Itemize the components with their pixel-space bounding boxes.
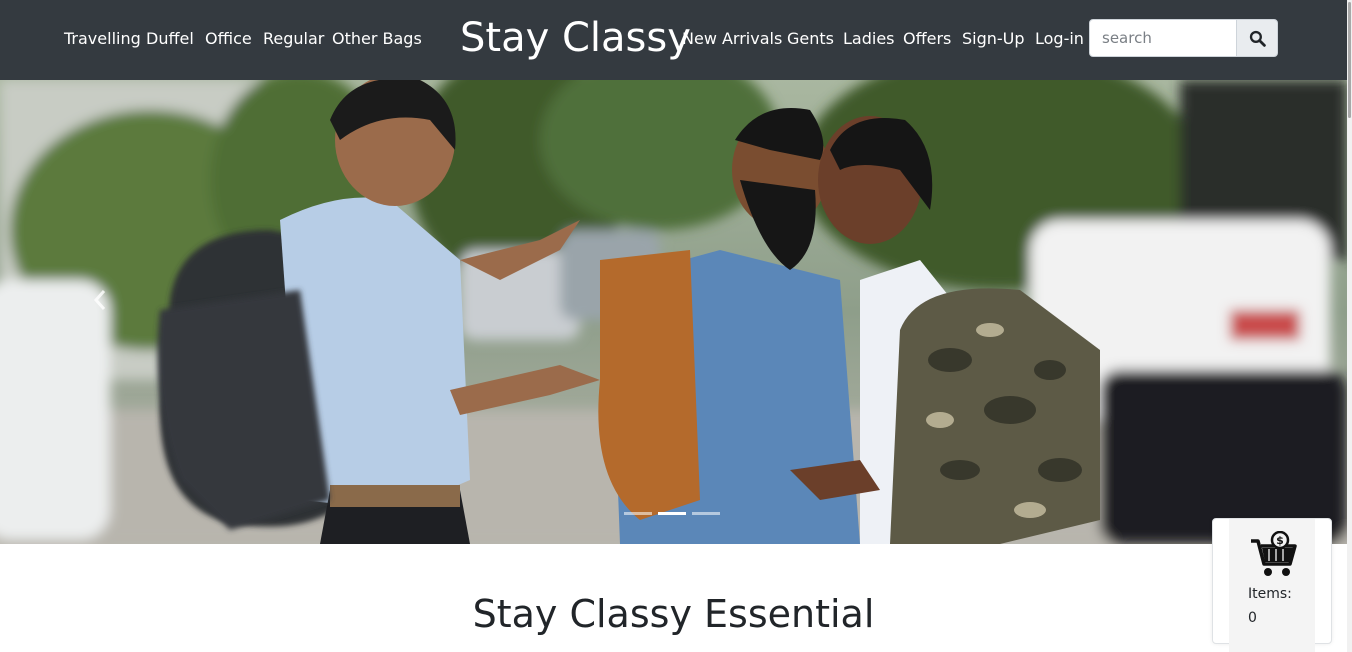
page: Travelling Duffel Office Regular Other B… <box>0 0 1352 652</box>
nav-link-travelling[interactable]: Travelling <box>64 29 141 49</box>
svg-text:$: $ <box>1276 534 1284 547</box>
nav-link-duffel[interactable]: Duffel <box>146 29 194 49</box>
nav-link-new-arrivals[interactable]: New Arrivals <box>682 29 782 49</box>
cart-items-label: Items: <box>1248 586 1292 602</box>
brand-logo[interactable]: Stay Classy <box>460 14 691 62</box>
cart-widget[interactable]: $ Items: 0 <box>1212 518 1332 652</box>
nav-link-ladies[interactable]: Ladies <box>843 29 895 49</box>
search-button[interactable] <box>1236 19 1278 57</box>
carousel-indicator-1[interactable] <box>624 512 652 515</box>
nav-link-regular[interactable]: Regular <box>263 29 324 49</box>
cart-items-count: 0 <box>1248 610 1257 626</box>
page-scrollbar-thumb[interactable] <box>1348 2 1351 118</box>
carousel-prev-button[interactable] <box>84 280 116 320</box>
nav-link-log-in[interactable]: Log-in <box>1035 29 1084 49</box>
nav-link-offers[interactable]: Offers <box>903 29 951 49</box>
nav-link-gents[interactable]: Gents <box>787 29 834 49</box>
nav-link-other-bags[interactable]: Other Bags <box>332 29 422 49</box>
chevron-left-icon <box>93 290 106 310</box>
carousel-indicator-2[interactable] <box>658 512 686 515</box>
search-icon <box>1249 30 1266 47</box>
search-input[interactable] <box>1089 19 1237 57</box>
section-title: Stay Classy Essential <box>472 592 875 636</box>
shopping-cart-icon: $ <box>1251 531 1297 576</box>
hero-carousel <box>0 80 1347 544</box>
nav-link-office[interactable]: Office <box>205 29 252 49</box>
hero-image <box>0 80 1347 544</box>
carousel-indicator-3[interactable] <box>692 512 720 515</box>
carousel-indicators <box>624 512 720 515</box>
navbar: Travelling Duffel Office Regular Other B… <box>0 0 1352 80</box>
nav-link-sign-up[interactable]: Sign-Up <box>962 29 1025 49</box>
